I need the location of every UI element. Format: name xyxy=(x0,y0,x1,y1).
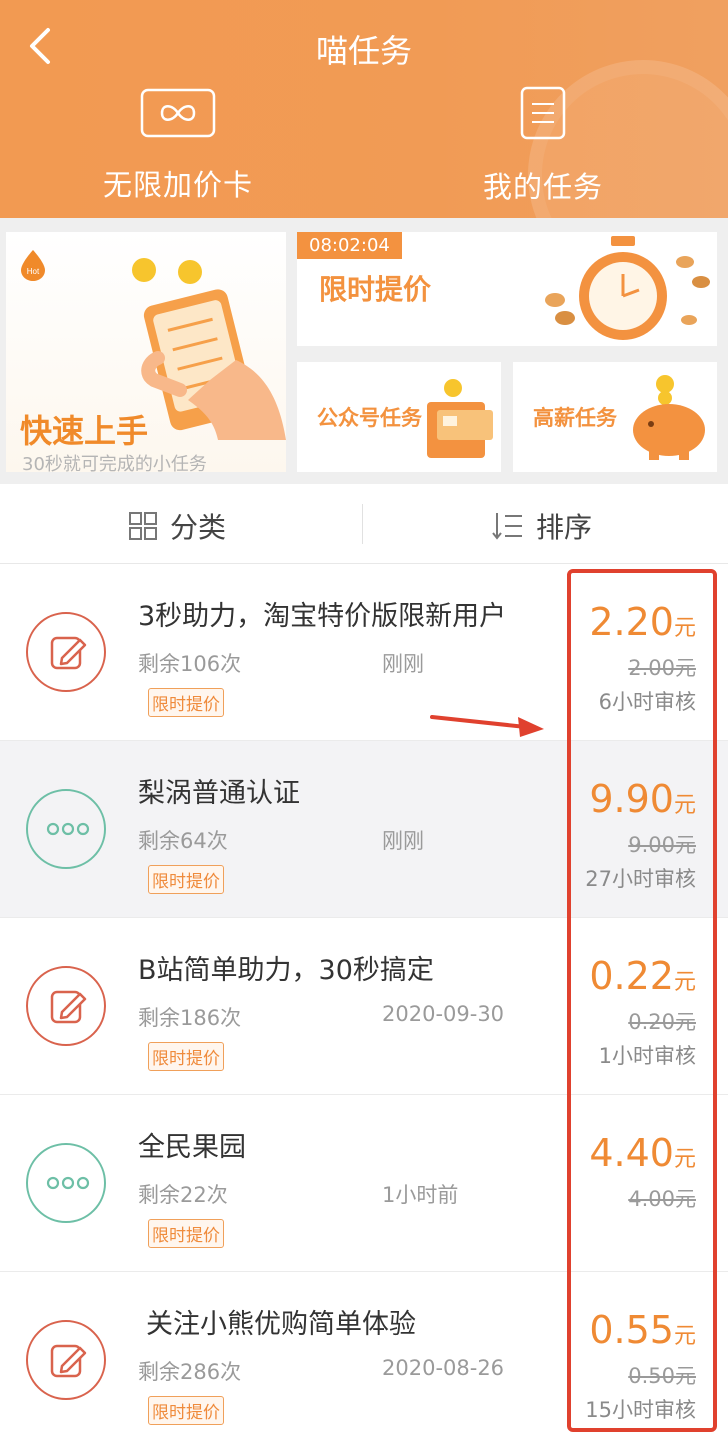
price-value: 0.22 xyxy=(589,954,674,998)
piggy-bank-icon xyxy=(633,375,705,460)
task-price: 9.90元 xyxy=(589,777,696,821)
hot-badge: Hot xyxy=(18,248,48,282)
original-price: 4.00元 xyxy=(628,1187,696,1211)
edit-icon xyxy=(26,1320,106,1400)
sort-button[interactable]: 排序 xyxy=(492,506,592,546)
task-name: B站简单助力，30秒搞定 xyxy=(138,955,434,986)
task-time: 刚刚 xyxy=(382,829,424,853)
official-account-task-card[interactable]: 公众号任务 xyxy=(297,362,501,472)
filter-bar: 分类 排序 xyxy=(0,484,728,564)
my-tasks-button[interactable]: 我的任务 xyxy=(433,86,653,206)
task-row[interactable]: 全民果园 剩余22次 1小时前 限时提价 4.40元 4.00元 xyxy=(0,1095,728,1272)
page-title: 喵任务 xyxy=(315,32,412,70)
original-price: 9.00元 xyxy=(628,833,696,857)
task-name: 3秒助力，淘宝特价版限新用户 xyxy=(138,601,507,632)
task-name: 梨涡普通认证 xyxy=(138,778,300,809)
price-value: 0.55 xyxy=(589,1308,674,1352)
sort-icon xyxy=(492,513,522,540)
task-row[interactable]: 3秒助力，淘宝特价版限新用户 剩余106次 刚刚 限时提价 2.20元 2.00… xyxy=(0,564,728,741)
task-name: 关注小熊优购简单体验 xyxy=(146,1309,416,1340)
task-row[interactable]: 梨涡普通认证 剩余64次 刚刚 限时提价 9.90元 9.00元 27小时审核 xyxy=(0,741,728,918)
arrow-right-annotation-icon xyxy=(430,715,544,737)
original-price: 0.20元 xyxy=(628,1010,696,1034)
quick-start-card[interactable]: Hot 快速上手 30秒就可完成的小任务 xyxy=(6,232,286,472)
category-label: 分类 xyxy=(170,511,227,544)
audit-time: 1小时审核 xyxy=(598,1044,696,1068)
price-unit: 元 xyxy=(673,970,696,995)
task-time: 刚刚 xyxy=(382,652,424,676)
unlimited-price-card-button[interactable]: 无限加价卡 xyxy=(68,86,288,204)
high-pay-task-title: 高薪任务 xyxy=(533,406,617,430)
task-remaining: 剩余22次 xyxy=(138,1183,228,1207)
task-remaining: 剩余64次 xyxy=(138,829,228,853)
stopwatch-icon xyxy=(545,236,710,340)
audit-time: 6小时审核 xyxy=(598,690,696,714)
svg-text:Hot: Hot xyxy=(27,267,40,276)
price-unit: 元 xyxy=(673,793,696,818)
countdown-timer: 08:02:04 xyxy=(297,232,402,259)
sort-label: 排序 xyxy=(536,511,593,544)
limited-price-tag: 限时提价 xyxy=(148,688,224,717)
task-remaining: 剩余106次 xyxy=(138,652,242,676)
task-time: 2020-08-26 xyxy=(382,1356,505,1380)
task-name: 全民果园 xyxy=(138,1132,246,1163)
quick-start-subtitle: 30秒就可完成的小任务 xyxy=(22,454,207,472)
limited-price-tag: 限时提价 xyxy=(148,1219,224,1248)
audit-time: 15小时审核 xyxy=(585,1398,696,1422)
limited-price-tag: 限时提价 xyxy=(148,1396,224,1425)
task-row[interactable]: B站简单助力，30秒搞定 剩余186次 2020-09-30 限时提价 0.22… xyxy=(0,918,728,1095)
price-value: 9.90 xyxy=(589,777,674,821)
more-icon xyxy=(26,1143,106,1223)
price-unit: 元 xyxy=(673,1324,696,1349)
limited-price-card[interactable]: 08:02:04 限时提价 xyxy=(297,232,717,346)
task-time: 1小时前 xyxy=(382,1183,459,1207)
grid-icon xyxy=(129,512,157,540)
category-button[interactable]: 分类 xyxy=(128,506,226,546)
task-row[interactable]: 关注小熊优购简单体验 剩余286次 2020-08-26 限时提价 0.55元 … xyxy=(0,1272,728,1434)
original-price: 2.00元 xyxy=(628,656,696,680)
task-remaining: 剩余186次 xyxy=(138,1006,242,1030)
limited-price-tag: 限时提价 xyxy=(148,1042,224,1071)
price-unit: 元 xyxy=(673,1147,696,1172)
hot-drop-icon: Hot xyxy=(21,250,45,281)
task-price: 2.20元 xyxy=(589,600,696,644)
price-unit: 元 xyxy=(673,616,696,641)
header: 喵任务 无限加价卡 我的任务 xyxy=(0,0,728,218)
task-remaining: 剩余286次 xyxy=(138,1360,242,1384)
limited-price-tag: 限时提价 xyxy=(148,865,224,894)
edit-icon xyxy=(26,612,106,692)
my-tasks-label: 我的任务 xyxy=(482,170,603,204)
wallet-icon xyxy=(427,379,493,458)
task-price: 0.55元 xyxy=(589,1308,696,1352)
official-account-task-title: 公众号任务 xyxy=(317,406,422,430)
promo-section: Hot 快速上手 30秒就可完成的小任务 08:02:04 限时提价 公众号任务… xyxy=(0,218,728,484)
task-price: 4.40元 xyxy=(589,1131,696,1175)
limited-price-title: 限时提价 xyxy=(319,273,432,306)
quick-start-title: 快速上手 xyxy=(20,412,149,450)
high-pay-task-card[interactable]: 高薪任务 xyxy=(513,362,717,472)
price-value: 2.20 xyxy=(589,600,674,644)
price-value: 4.40 xyxy=(589,1131,674,1175)
task-price: 0.22元 xyxy=(589,954,696,998)
task-time: 2020-09-30 xyxy=(382,1002,505,1026)
audit-time: 27小时审核 xyxy=(585,867,696,891)
original-price: 0.50元 xyxy=(628,1364,696,1388)
infinity-card-icon xyxy=(140,88,216,138)
unlimited-price-card-label: 无限加价卡 xyxy=(102,168,253,202)
filter-divider xyxy=(362,504,363,544)
edit-icon xyxy=(26,966,106,1046)
document-icon xyxy=(520,86,566,140)
more-icon xyxy=(26,789,106,869)
